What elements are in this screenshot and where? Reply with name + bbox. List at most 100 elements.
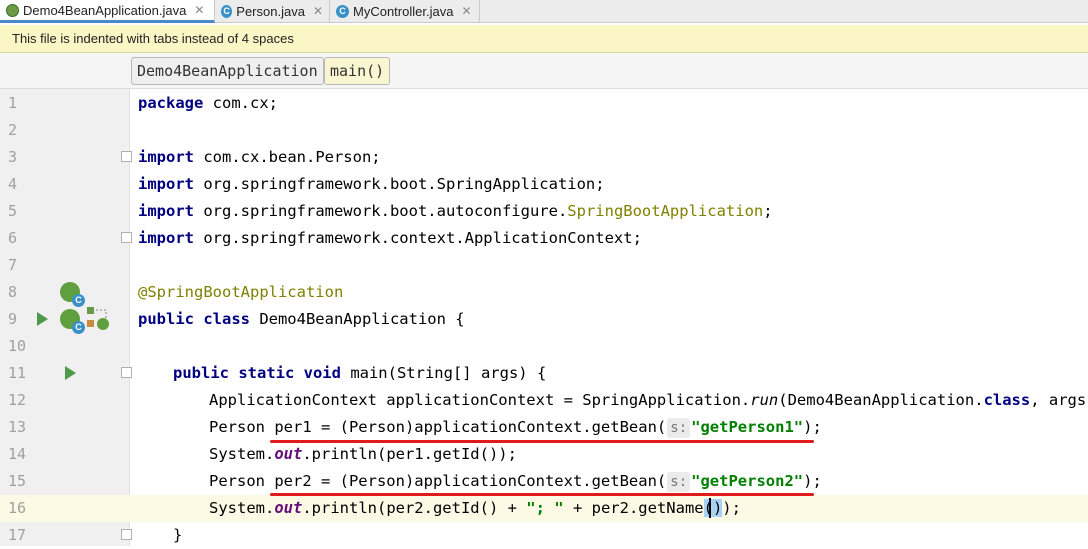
code-line: 7 [0,252,1088,279]
spring-boot-icon [6,3,19,17]
run-main-icon[interactable] [65,366,76,380]
static-field: out [274,445,303,463]
code-text[interactable]: } [173,522,182,549]
string-literal: "; " [526,499,564,517]
fold-icon[interactable] [121,151,132,162]
code-text[interactable]: package com.cx; [138,90,278,117]
code-text[interactable]: import org.springframework.boot.autoconf… [138,198,773,225]
static-field: out [274,499,303,517]
line-number: 8 [8,283,18,301]
code-text: Person per1 = (Person)applicationContext… [209,418,667,436]
line-number: 12 [8,391,27,409]
code-text[interactable]: import org.springframework.boot.SpringAp… [138,171,605,198]
code-line: 10 [0,333,1088,360]
line-number: 15 [8,472,27,490]
keyword: import [138,229,194,247]
fold-icon[interactable] [121,529,132,540]
code-line: 15 Person per2 = (Person)applicationCont… [0,468,1088,495]
class-icon: C [221,4,233,18]
code-line: 6 import org.springframework.context.App… [0,225,1088,252]
string-literal: "getPerson1" [691,418,804,436]
code-line: 2 [0,117,1088,144]
code-text[interactable]: public class Demo4BeanApplication { [138,306,465,333]
code-text: (Demo4BeanApplication. [778,391,984,409]
spring-bean-icon[interactable]: C [60,282,85,307]
breadcrumb: Demo4BeanApplication main() [0,54,1088,89]
spring-bean-icon[interactable]: C [60,309,85,334]
keyword: public class [138,310,250,328]
annotation-text[interactable]: @SpringBootApplication [138,279,343,306]
code-text[interactable]: import com.cx.bean.Person; [138,144,381,171]
line-number: 5 [8,202,18,220]
code-text: org.springframework.context.ApplicationC… [194,229,642,247]
keyword: import [138,202,194,220]
close-icon[interactable]: ✕ [313,4,323,18]
line-number: 14 [8,445,27,463]
code-text[interactable]: public static void main(String[] args) { [173,360,546,387]
code-line: 5 import org.springframework.boot.autoco… [0,198,1088,225]
indentation-notification-banner: This file is indented with tabs instead … [0,25,1088,53]
keyword: class [983,391,1031,409]
code-text[interactable]: System.out.println(per2.getId() + "; " +… [209,495,741,522]
code-text: System. [209,445,275,463]
line-number: 7 [8,256,18,274]
run-icon[interactable] [37,312,48,326]
current-code-line: 16 System.out.println(per2.getId() + "; … [0,495,1088,522]
tab-person[interactable]: C Person.java ✕ [215,0,330,22]
method-name: run [750,391,779,409]
code-line: 1 package com.cx; [0,90,1088,117]
tab-label: Demo4BeanApplication.java [23,2,187,18]
fold-icon[interactable] [121,367,132,378]
line-number: 11 [8,364,27,382]
code-text[interactable]: System.out.println(per1.getId()); [209,441,517,468]
code-text: .println(per1.getId()); [302,445,517,463]
code-line: 8 @SpringBootApplication [0,279,1088,306]
close-icon[interactable]: ✕ [461,4,471,18]
close-icon[interactable]: ✕ [194,3,204,17]
code-text: com.cx.bean.Person; [194,148,381,166]
code-text: ); [803,472,822,490]
tab-label: Person.java [236,3,305,19]
code-text: ); [803,418,822,436]
editor-tab-bar: Demo4BeanApplication.java ✕ C Person.jav… [0,0,1088,23]
spring-config-icon[interactable] [86,306,110,330]
code-line: 3 import com.cx.bean.Person; [0,144,1088,171]
line-number: 1 [8,94,18,112]
code-line: 17 } [0,522,1088,549]
code-text: com.cx; [203,94,278,112]
code-line: 12 ApplicationContext applicationContext… [0,387,1088,414]
keyword: import [138,175,194,193]
line-number: 4 [8,175,18,193]
code-text: ApplicationContext applicationContext = … [209,391,751,409]
code-text: main(String[] args) { [340,364,547,382]
code-text: , args); [1030,391,1088,409]
code-text[interactable]: import org.springframework.context.Appli… [138,225,642,252]
line-number: 6 [8,229,18,247]
red-underline-annotation [270,440,814,443]
parameter-hint: s: [667,418,691,438]
text-caret [709,498,711,518]
code-text[interactable]: ApplicationContext applicationContext = … [209,387,1088,414]
tab-mycontroller[interactable]: C MyController.java ✕ [330,0,480,22]
code-text: System. [209,499,275,517]
code-text: + per2.getName [563,499,704,517]
fold-icon[interactable] [121,232,132,243]
breadcrumb-class[interactable]: Demo4BeanApplication [131,57,324,85]
code-text: org.springframework.boot.autoconfigure. [194,202,568,220]
brace-highlight: () [703,499,723,517]
line-number: 13 [8,418,27,436]
line-number: 16 [8,499,27,517]
code-text: org.springframework.boot.SpringApplicati… [194,175,605,193]
code-line: 11 public static void main(String[] args… [0,360,1088,387]
annotation-text: SpringBootApplication [567,202,764,220]
code-line: 9 public class Demo4BeanApplication { [0,306,1088,333]
tab-demo4beanapplication[interactable]: Demo4BeanApplication.java ✕ [0,0,215,23]
code-text: Person per2 = (Person)applicationContext… [209,472,667,490]
code-text[interactable]: Person per2 = (Person)applicationContext… [209,468,822,495]
line-number: 10 [8,337,27,355]
banner-text: This file is indented with tabs instead … [12,31,294,46]
code-text: Demo4BeanApplication { [249,310,465,328]
code-text[interactable]: Person per1 = (Person)applicationContext… [209,414,822,441]
keyword: public static void [173,364,341,382]
breadcrumb-method[interactable]: main() [324,57,391,85]
